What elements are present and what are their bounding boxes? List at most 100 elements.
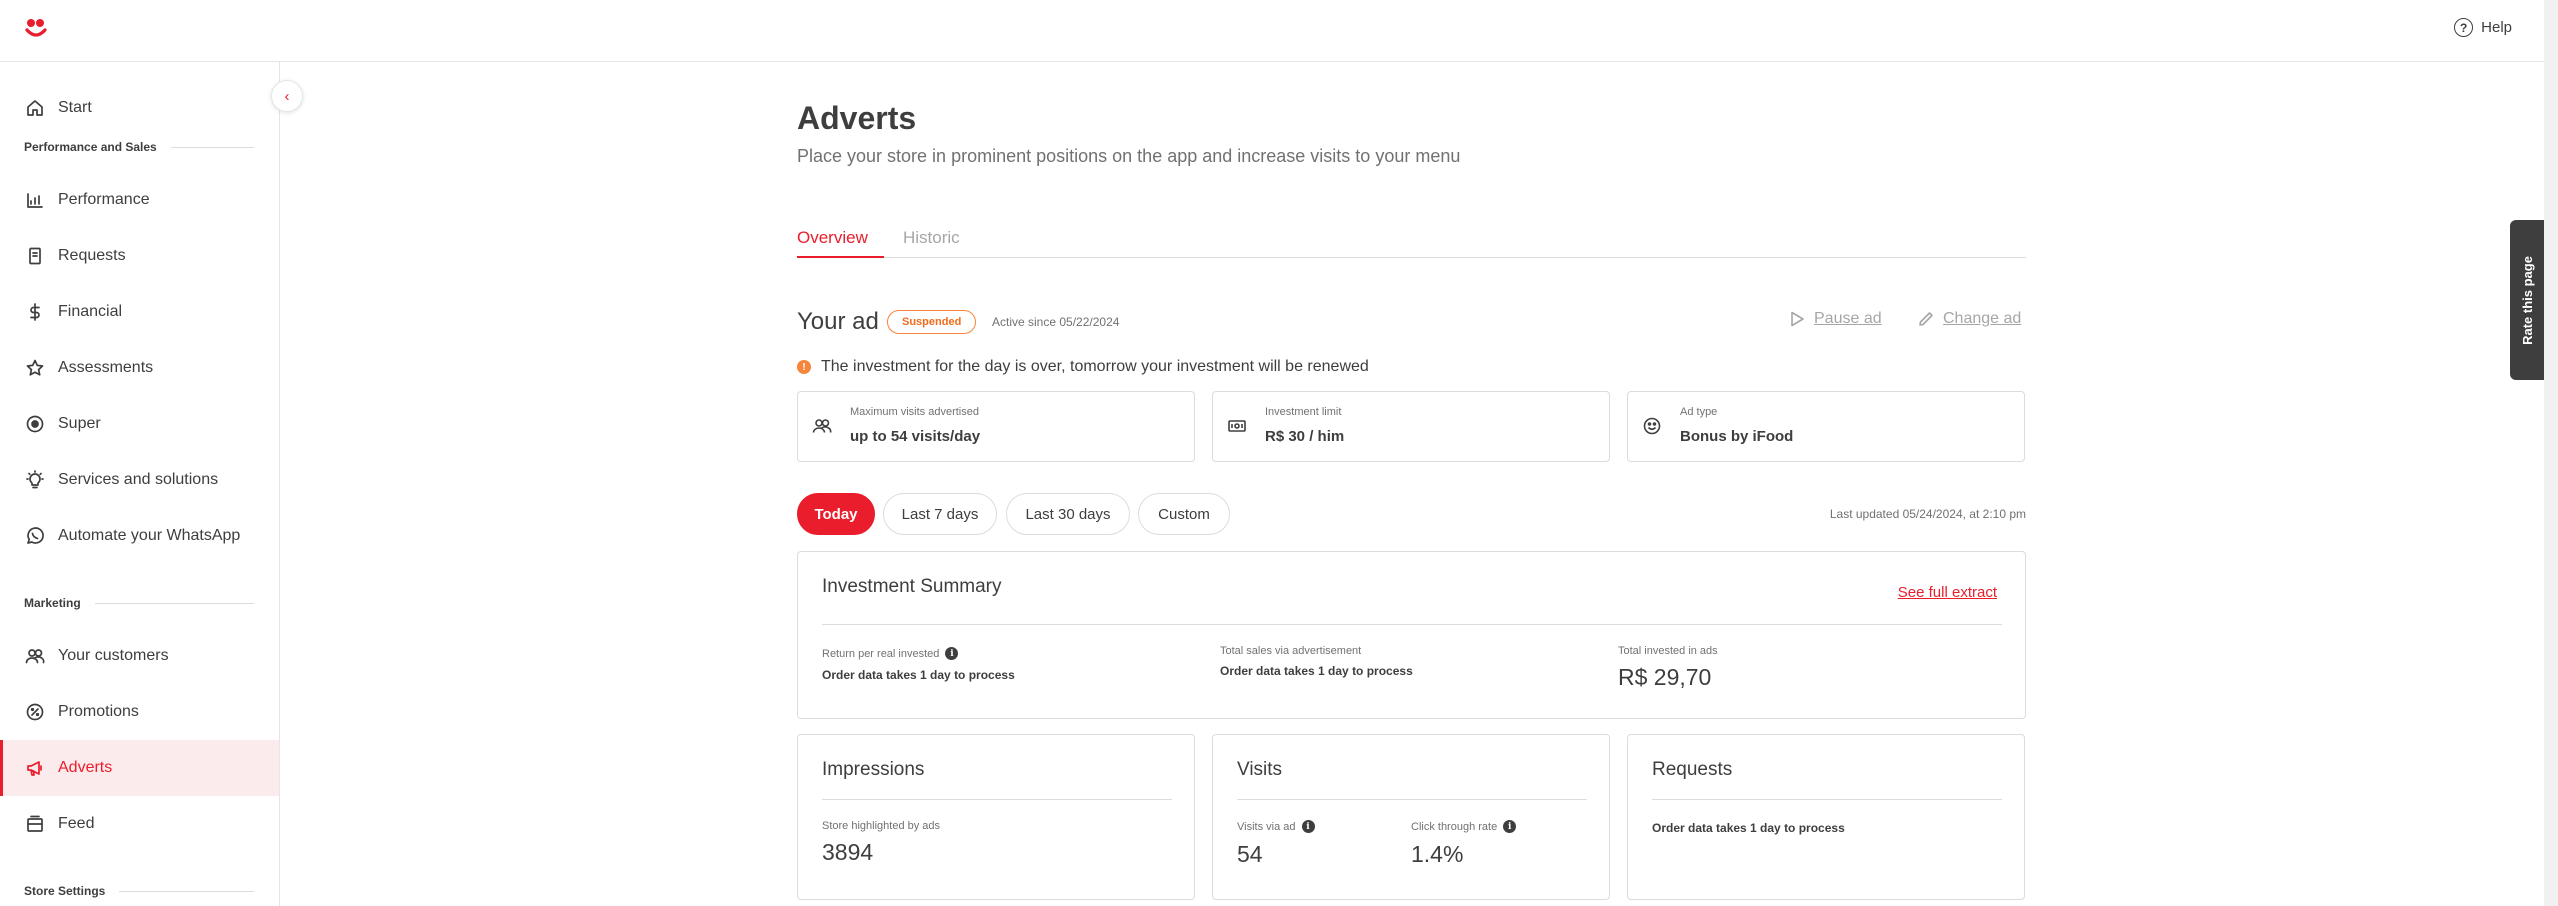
divider [1652, 799, 2002, 800]
sidebar-item-label: Promotions [58, 703, 139, 720]
visits-via-ad-label: Visits via ad i [1237, 820, 1315, 833]
filter-last-7-days[interactable]: Last 7 days [883, 493, 997, 535]
tab-overview[interactable]: Overview [797, 228, 884, 258]
section-title: Performance and Sales [24, 140, 157, 154]
help-label: Help [2481, 19, 2512, 36]
info-card-label: Investment limit [1265, 406, 1342, 418]
whatsapp-icon [24, 525, 46, 547]
change-ad-label: Change ad [1943, 310, 2022, 327]
requests-note: Order data takes 1 day to process [1652, 821, 1845, 835]
tab-historic[interactable]: Historic [903, 228, 960, 254]
metric-label-text: Click through rate [1411, 820, 1498, 833]
collapse-sidebar-button[interactable]: ‹ [271, 80, 303, 112]
requests-title: Requests [1652, 759, 1733, 780]
impressions-label: Store highlighted by ads [822, 820, 941, 832]
change-ad-button[interactable]: Change ad [1917, 310, 2021, 328]
info-card-value: Bonus by iFood [1680, 428, 1794, 445]
percent-icon [24, 701, 46, 723]
requests-card: Requests Order data takes 1 day to proce… [1627, 734, 2025, 900]
visits-title: Visits [1237, 759, 1283, 780]
sidebar-item-adverts[interactable]: Adverts [0, 740, 279, 796]
sidebar: Start Performance and Sales Performance … [0, 62, 280, 906]
sales-note: Order data takes 1 day to process [1220, 664, 1413, 678]
sidebar-item-start[interactable]: Start [0, 80, 279, 136]
total-sales-label: Total sales via advertisement [1220, 645, 1362, 657]
sidebar-item-label: Requests [58, 247, 126, 264]
divider [170, 146, 254, 148]
users-icon [24, 645, 46, 667]
section-title: Store Settings [24, 884, 106, 898]
see-full-extract-link[interactable]: See full extract [1898, 584, 1997, 601]
feed-icon [24, 813, 46, 835]
info-card-value: R$ 30 / him [1265, 428, 1345, 445]
return-per-real-label: Return per real invested i [822, 647, 959, 660]
ifood-smile-icon [1642, 416, 1664, 438]
pencil-icon [1919, 312, 1933, 326]
sidebar-item-label: Services and solutions [58, 471, 219, 488]
page-subtitle: Place your store in prominent positions … [797, 146, 1461, 166]
info-icon[interactable]: i [1503, 820, 1517, 833]
sidebar-item-label: Automate your WhatsApp [58, 527, 241, 544]
sidebar-item-requests[interactable]: Requests [0, 228, 279, 284]
sidebar-item-label: Start [58, 99, 92, 116]
megaphone-icon [24, 757, 46, 779]
sidebar-item-your-customers[interactable]: Your customers [0, 628, 279, 684]
pause-ad-button[interactable]: Pause ad [1788, 310, 1882, 328]
scrollbar[interactable] [2544, 0, 2558, 906]
chevron-left-icon: ‹ [284, 87, 290, 105]
info-card-investment-limit: Investment limit R$ 30 / him [1212, 391, 1610, 462]
divider [1237, 799, 1587, 800]
investment-notice: ! The investment for the day is over, to… [797, 358, 1369, 376]
click-through-rate-value: 1.4% [1411, 841, 1464, 867]
active-since-text: Active since 05/22/2024 [992, 315, 1120, 329]
sidebar-item-label: Assessments [58, 359, 154, 376]
divider [822, 624, 2002, 625]
sidebar-item-label: Your customers [58, 647, 169, 664]
star-icon [24, 357, 46, 379]
help-button[interactable]: ? Help [2454, 18, 2512, 37]
sidebar-item-feed[interactable]: Feed [0, 796, 279, 852]
sidebar-item-performance[interactable]: Performance [0, 172, 279, 228]
top-bar: ? Help [0, 0, 2558, 62]
notice-text: The investment for the day is over, tomo… [821, 358, 1369, 375]
sidebar-item-label: Super [58, 415, 101, 432]
info-icon[interactable]: i [1301, 820, 1315, 833]
your-ad-title: Your ad [797, 308, 879, 335]
receipt-icon [24, 245, 46, 267]
sidebar-item-super[interactable]: Super [0, 396, 279, 452]
filter-today[interactable]: Today [797, 493, 875, 535]
total-invested-label: Total invested in ads [1618, 645, 1718, 657]
info-card-label: Ad type [1680, 406, 1718, 418]
sidebar-item-label: Financial [58, 303, 123, 320]
impressions-title: Impressions [822, 759, 925, 780]
ifood-logo-icon[interactable] [24, 16, 48, 40]
section-marketing: Marketing [24, 596, 254, 610]
sidebar-item-financial[interactable]: Financial [0, 284, 279, 340]
total-invested-value: R$ 29,70 [1618, 664, 1712, 690]
sidebar-item-services-and-solutions[interactable]: Services and solutions [0, 452, 279, 508]
warning-icon: ! [797, 360, 811, 374]
divider [822, 799, 1172, 800]
last-updated-text: Last updated 05/24/2024, at 2:10 pm [1829, 507, 2026, 521]
sidebar-item-promotions[interactable]: Promotions [0, 684, 279, 740]
filter-custom[interactable]: Custom [1138, 493, 1230, 535]
section-title: Marketing [24, 596, 81, 610]
page-title: Adverts [797, 100, 917, 136]
filter-last-30-days[interactable]: Last 30 days [1006, 493, 1130, 535]
info-card-ad-type: Ad type Bonus by iFood [1627, 391, 2025, 462]
impressions-card: Impressions Store highlighted by ads 389… [797, 734, 1195, 900]
play-icon [1791, 311, 1804, 327]
status-badge: Suspended [887, 310, 977, 334]
divider [94, 602, 254, 604]
dollar-icon [24, 301, 46, 323]
info-icon[interactable]: i [945, 647, 959, 660]
rate-this-page-label: Rate this page [2519, 255, 2535, 345]
sidebar-item-automate-whatsapp[interactable]: Automate your WhatsApp [0, 508, 279, 564]
info-card-label: Maximum visits advertised [850, 406, 979, 418]
sidebar-item-assessments[interactable]: Assessments [0, 340, 279, 396]
sidebar-item-label: Feed [58, 815, 95, 832]
money-icon [1227, 416, 1249, 438]
tabs: Overview Historic [797, 228, 2026, 258]
click-through-rate-label: Click through rate i [1411, 820, 1517, 833]
rate-this-page-button[interactable]: Rate this page [2510, 220, 2544, 380]
